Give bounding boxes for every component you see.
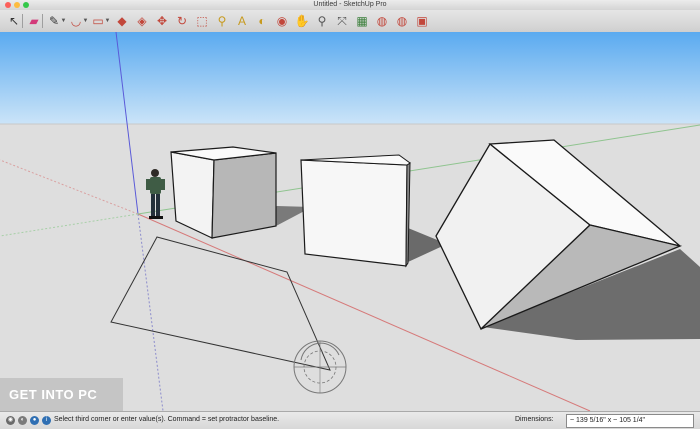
sketchup-window: Untitled - SketchUp Pro ↖ ▰ ✎ ▼ ◡ ▼ ▭ ▼ … (0, 0, 700, 429)
info-icon[interactable]: i (42, 416, 51, 425)
title-bar: Untitled - SketchUp Pro (0, 0, 700, 10)
pan-tool-button[interactable]: ✋ (294, 13, 310, 29)
line-tool-dropdown[interactable]: ▼ (60, 13, 67, 29)
select-tool-button[interactable]: ↖ (6, 13, 22, 29)
move-tool-button[interactable]: ✥ (154, 13, 170, 29)
rotate-tool-button[interactable]: ↻ (174, 13, 190, 29)
push-pull-tool-button[interactable]: ◆ (114, 13, 130, 29)
status-bar: ◉ ◐ ● i Select third corner or enter val… (0, 411, 700, 429)
tape-measure-tool-icon: ⚲ (217, 14, 227, 28)
zoom-extents-tool-icon: ⤧ (337, 14, 347, 28)
3d-warehouse-button[interactable]: ▦ (354, 13, 370, 29)
layout-icon: ▣ (416, 14, 428, 28)
move-tool-icon: ✥ (156, 14, 168, 28)
share-model-button[interactable]: ◍ (394, 13, 410, 29)
share-model-icon: ◍ (396, 14, 408, 28)
select-tool-icon: ↖ (8, 14, 20, 28)
dimensions-input[interactable]: ~ 139 5/16" x ~ 105 1/4" (566, 414, 694, 428)
extension-warehouse-icon: ◍ (376, 14, 388, 28)
user-icon[interactable]: ● (30, 416, 39, 425)
paint-bucket-tool-icon: ◐ (258, 14, 266, 28)
modeling-viewport[interactable] (0, 32, 700, 411)
eraser-tool-button[interactable]: ▰ (26, 13, 42, 29)
box-2-front (300, 159, 408, 267)
dimensions-label: Dimensions: (515, 416, 554, 423)
rotate-tool-icon: ↻ (176, 14, 188, 28)
layout-button[interactable]: ▣ (414, 13, 430, 29)
protractor-icon (293, 340, 347, 394)
chevron-down-icon: ▼ (104, 18, 111, 24)
follow-me-tool-icon: ◈ (137, 14, 147, 28)
watermark-text: GET INTO PC (9, 387, 98, 402)
zoom-extents-tool-button[interactable]: ⤧ (334, 13, 350, 29)
chevron-down-icon: ▼ (60, 18, 67, 24)
toolbar-separator (22, 14, 23, 28)
3d-warehouse-icon: ▦ (356, 14, 368, 28)
rectangle-tool-dropdown[interactable]: ▼ (104, 13, 111, 29)
follow-me-tool-button[interactable]: ◈ (134, 13, 150, 29)
line-tool-icon: ✎ (48, 14, 60, 28)
rectangle-tool-icon: ▭ (92, 14, 104, 28)
box-1-side (211, 152, 277, 239)
pan-tool-icon: ✋ (294, 14, 310, 28)
text-tool-icon: A (237, 14, 246, 28)
scale-tool-button[interactable]: ⬚ (194, 13, 210, 29)
arc-tool-dropdown[interactable]: ▼ (82, 13, 89, 29)
zoom-tool-icon: ⚲ (317, 14, 327, 28)
arc-tool-icon: ◡ (70, 14, 82, 28)
zoom-tool-button[interactable]: ⚲ (314, 13, 330, 29)
window-title: Untitled - SketchUp Pro (313, 1, 387, 8)
push-pull-tool-icon: ◆ (117, 14, 127, 28)
geo-location-icon[interactable]: ◉ (6, 416, 15, 425)
watermark: GET INTO PC (0, 378, 123, 411)
toolbar-separator (42, 14, 43, 28)
sky (0, 32, 700, 124)
status-message: Select third corner or enter value(s). C… (54, 416, 280, 423)
orbit-tool-button[interactable]: ◉ (274, 13, 290, 29)
orbit-tool-icon: ◉ (276, 14, 288, 28)
chevron-down-icon: ▼ (82, 18, 89, 24)
tape-measure-tool-button[interactable]: ⚲ (214, 13, 230, 29)
dimensions-value: ~ 139 5/16" x ~ 105 1/4" (570, 417, 646, 424)
paint-bucket-tool-button[interactable]: ◐ (254, 13, 270, 29)
text-tool-button[interactable]: A (234, 13, 250, 29)
credits-icon[interactable]: ◐ (18, 416, 27, 425)
eraser-tool-icon: ▰ (29, 14, 39, 28)
scale-tool-icon: ⬚ (196, 14, 208, 28)
main-toolbar: ↖ ▰ ✎ ▼ ◡ ▼ ▭ ▼ ◆ ◈ ✥ ↻ ⬚ ⚲ A ◐ ◉ ✋ ⚲ ⤧ … (0, 10, 700, 33)
extension-warehouse-button[interactable]: ◍ (374, 13, 390, 29)
